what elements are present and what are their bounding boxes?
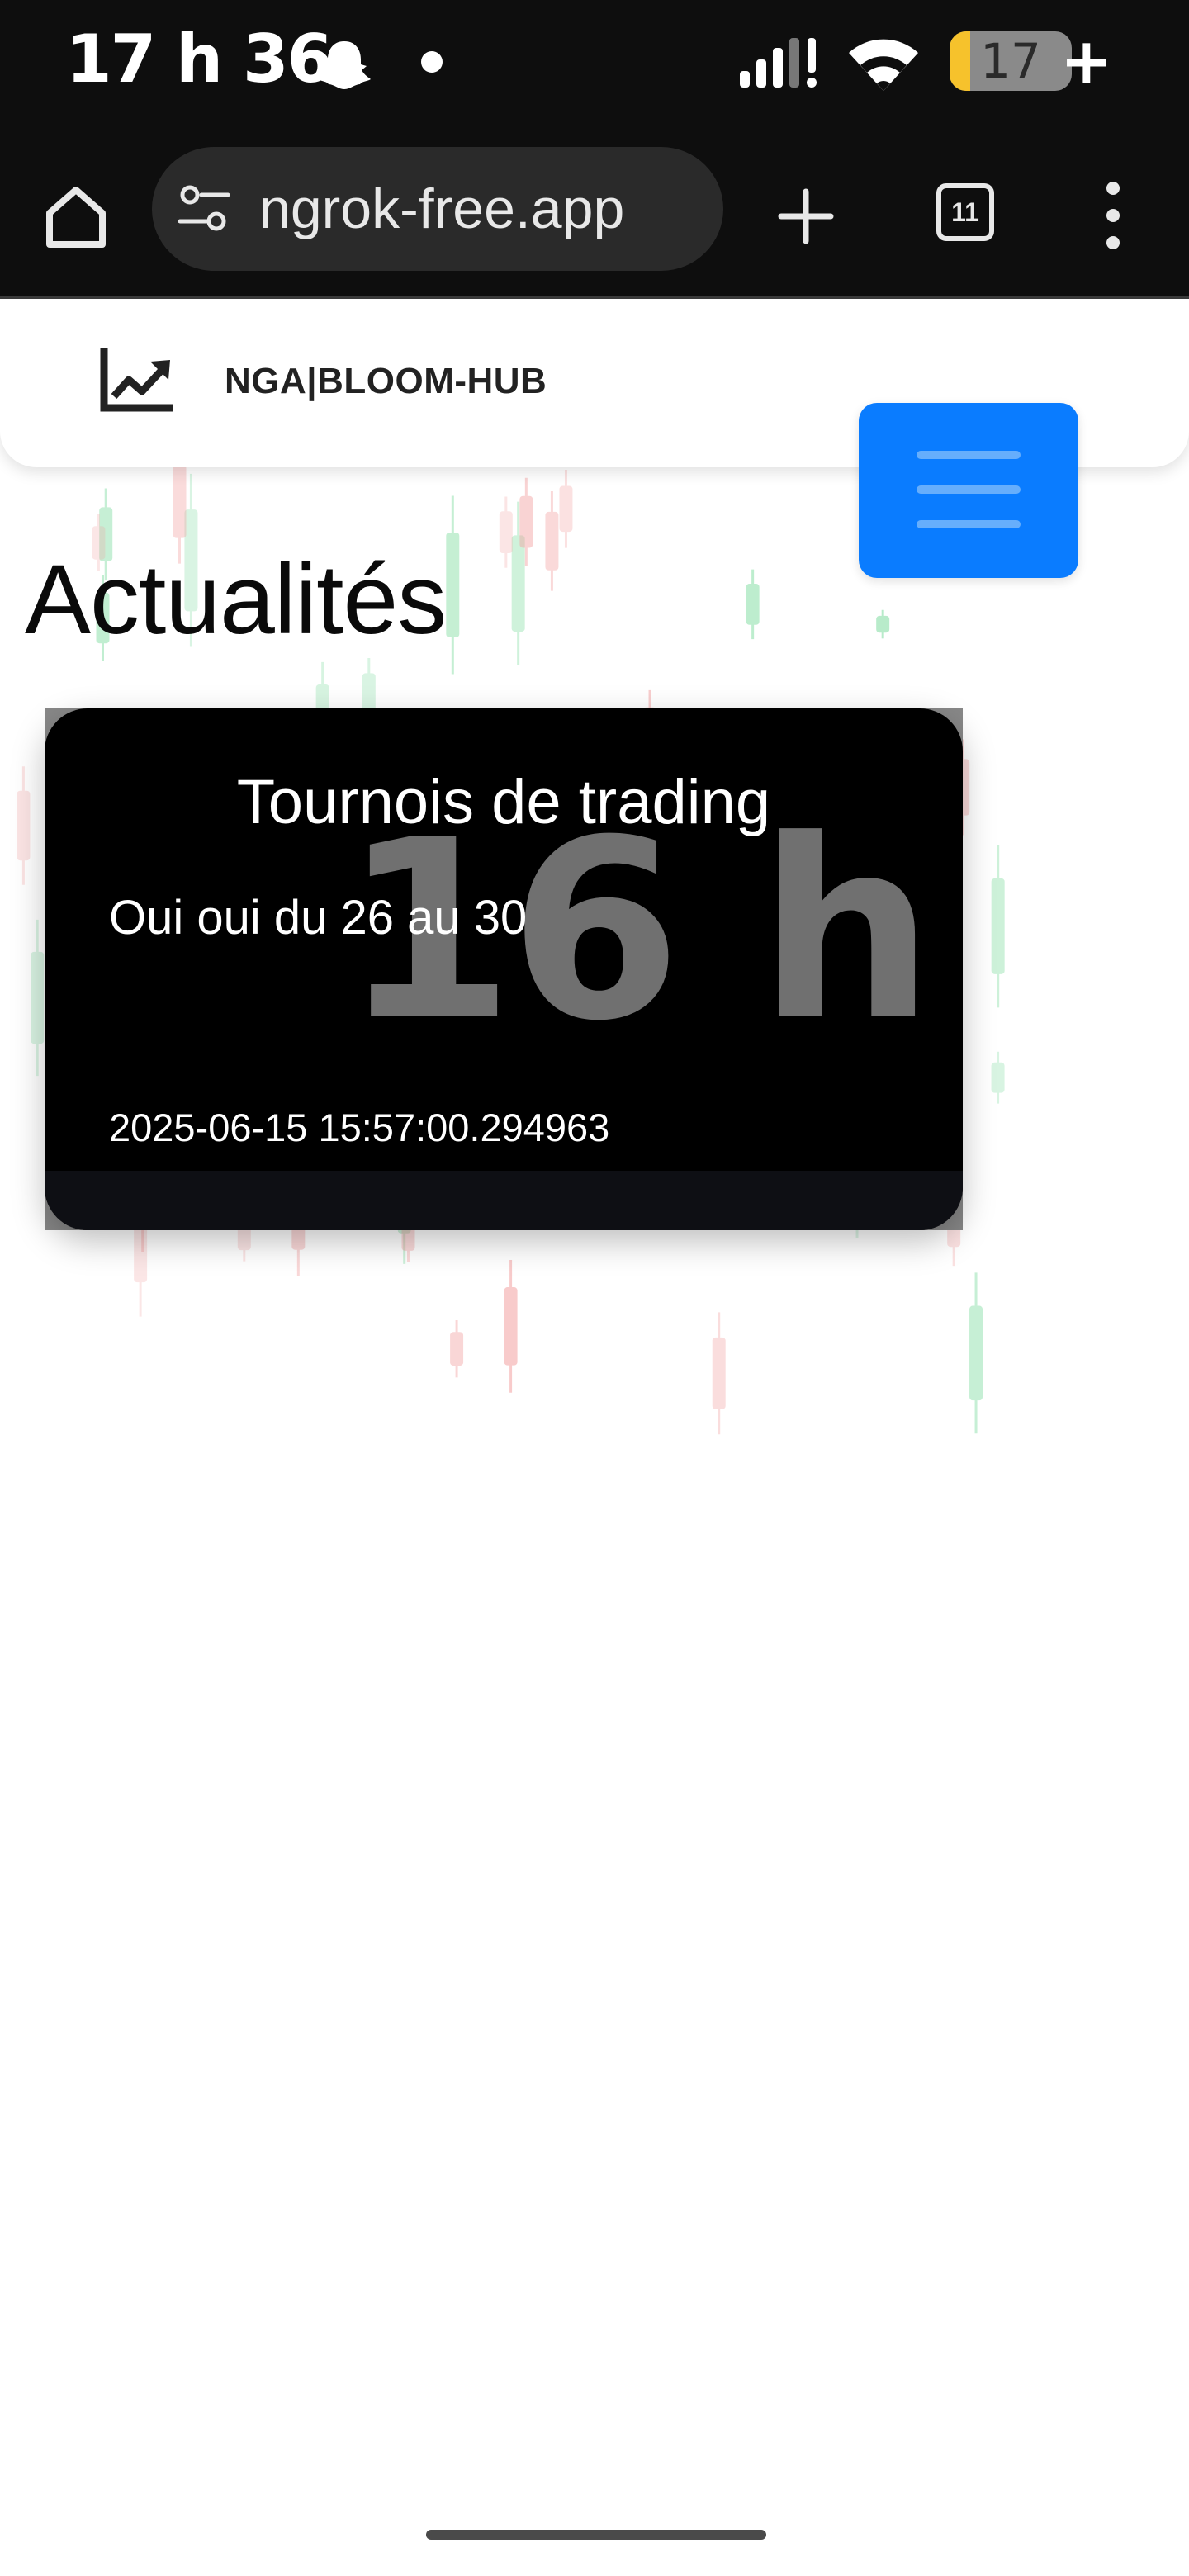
background-candle [545, 491, 559, 591]
wifi-icon [849, 39, 918, 91]
more-menu-icon[interactable] [1098, 178, 1128, 253]
news-card[interactable]: 16 h 1 Tournois de trading Oui oui du 26… [45, 708, 963, 1230]
news-card-title: Tournois de trading [236, 767, 771, 837]
hamburger-line [917, 485, 1021, 494]
news-card-content: 16 h 1 Tournois de trading Oui oui du 26… [45, 708, 963, 1230]
hamburger-line [917, 451, 1021, 459]
trending-chart-icon [100, 348, 173, 412]
snapchat-ghost-icon [318, 41, 371, 89]
background-candle [17, 766, 31, 885]
battery-icon: 17 [950, 31, 1072, 91]
background-candle [31, 919, 45, 1077]
tab-switcher-icon[interactable]: 11 [936, 183, 994, 241]
web-page: NGA|BLOOM-HUB Actualités 16 h 1 Tournois… [0, 299, 1189, 2576]
background-candle [991, 1051, 1005, 1104]
background-candle [446, 495, 460, 675]
hamburger-line [917, 520, 1021, 528]
background-candle [876, 609, 890, 639]
background-candle [504, 1259, 518, 1393]
url-text[interactable]: ngrok-free.app [259, 147, 624, 271]
status-time: 17 h 36 [66, 21, 333, 97]
news-card-footer [45, 1171, 963, 1230]
browser-toolbar: ngrok-free.app 11 [0, 124, 1189, 299]
news-card-body: Oui oui du 26 au 30 [109, 891, 528, 945]
charging-plus-icon: + [1060, 24, 1113, 97]
background-candle [991, 845, 1005, 1008]
background-candle [559, 470, 573, 548]
signal-icon [740, 38, 817, 88]
news-card-date: 2025-06-15 15:57:00.294963 [109, 1106, 610, 1149]
brand-name[interactable]: NGA|BLOOM-HUB [225, 355, 547, 408]
battery-level: 17 [980, 33, 1041, 89]
notification-dot-icon [421, 51, 443, 73]
site-settings-icon[interactable] [177, 182, 231, 236]
background-candle [499, 496, 513, 568]
home-icon[interactable] [41, 182, 111, 251]
background-candle [746, 569, 760, 640]
new-tab-icon[interactable] [771, 182, 841, 251]
hamburger-menu-button[interactable] [859, 403, 1078, 578]
background-candle [450, 1319, 464, 1378]
status-bar: 17 h 36 17 + [0, 0, 1189, 124]
background-candle [969, 1272, 983, 1434]
background-candle [712, 1312, 726, 1435]
page-title: Actualités [25, 544, 447, 655]
gesture-bar[interactable] [426, 2530, 766, 2540]
address-bar[interactable]: ngrok-free.app [152, 147, 723, 271]
